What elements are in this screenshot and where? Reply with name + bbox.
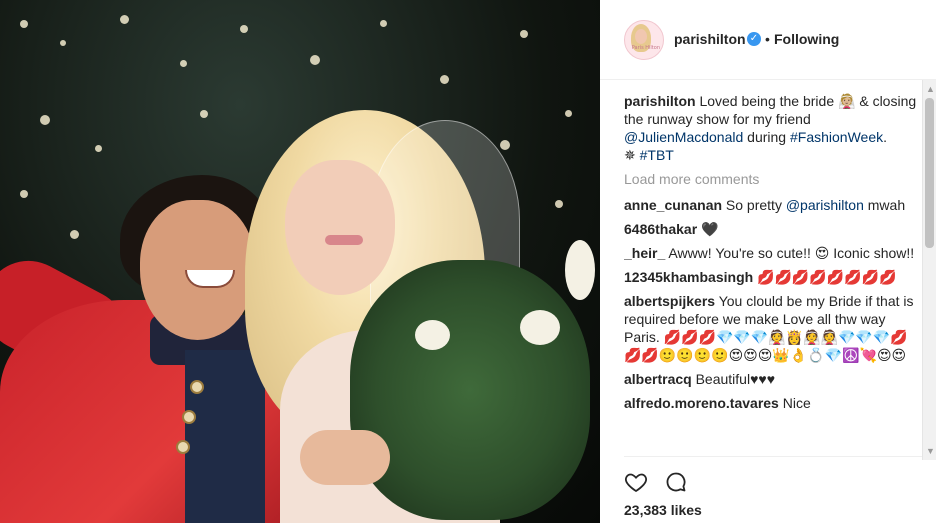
comment-text: So pretty bbox=[725, 197, 786, 213]
comment-text: 💋💋💋💋💋💋💋💋 bbox=[757, 269, 897, 285]
divider bbox=[624, 456, 922, 457]
bokeh-light bbox=[70, 230, 79, 239]
caption-text: . bbox=[883, 129, 888, 145]
comment: albertspijkers You clould be my Bride if… bbox=[624, 292, 918, 364]
dark-shirt bbox=[185, 350, 265, 523]
bokeh-light bbox=[380, 20, 387, 27]
comment-username-link[interactable]: 12345khambasingh bbox=[624, 269, 753, 285]
bokeh-light bbox=[40, 115, 50, 125]
bokeh-light bbox=[240, 25, 248, 33]
comment-username-link[interactable]: 6486thakar bbox=[624, 221, 697, 237]
comment: _heir_ Awww! You're so cute!! 😍 Iconic s… bbox=[624, 244, 918, 262]
avatar-face bbox=[635, 29, 647, 44]
scrollbar-thumb[interactable] bbox=[925, 98, 934, 248]
hashtag-link[interactable]: #FashionWeek bbox=[790, 129, 883, 145]
comment: 12345khambasingh 💋💋💋💋💋💋💋💋 bbox=[624, 268, 918, 286]
hashtag-link[interactable]: #TBT bbox=[640, 147, 674, 163]
heart-icon[interactable] bbox=[624, 470, 648, 494]
scroll-up-arrow-icon[interactable]: ▲ bbox=[926, 84, 935, 94]
comment: alfredo.moreno.tavares Nice bbox=[624, 394, 918, 412]
comment-text: Nice bbox=[782, 395, 811, 411]
woman-face bbox=[285, 160, 395, 295]
comment-icon[interactable] bbox=[664, 470, 688, 494]
instagram-post: Paris Hilton parishilton ✓ • Following p… bbox=[0, 0, 936, 523]
bokeh-light bbox=[500, 140, 510, 150]
jacket-button bbox=[182, 410, 196, 424]
comment: anne_cunanan So pretty @parishilton mwah bbox=[624, 196, 918, 214]
comment: albertracq Beautiful♥♥♥ bbox=[624, 370, 918, 388]
bokeh-light bbox=[20, 20, 28, 28]
header-separator: • bbox=[765, 31, 770, 47]
likes-count[interactable]: 23,383 likes bbox=[624, 502, 702, 518]
following-button[interactable]: Following bbox=[774, 31, 839, 47]
flower bbox=[415, 320, 450, 350]
comment-mention-link[interactable]: @parishilton bbox=[786, 197, 864, 213]
post-header: Paris Hilton parishilton ✓ • Following bbox=[600, 0, 936, 80]
post-side-panel: Paris Hilton parishilton ✓ • Following p… bbox=[600, 0, 936, 523]
woman-lips bbox=[325, 235, 363, 245]
bokeh-light bbox=[555, 200, 563, 208]
caption-emoji: ✵ bbox=[624, 147, 636, 163]
scroll-down-arrow-icon[interactable]: ▼ bbox=[926, 446, 935, 456]
comment-text: Awww! You're so cute!! 😍 Iconic show!! bbox=[668, 245, 915, 261]
avatar[interactable]: Paris Hilton bbox=[624, 20, 664, 60]
comment-username-link[interactable]: anne_cunanan bbox=[624, 197, 722, 213]
header-username-link[interactable]: parishilton bbox=[674, 31, 746, 47]
jacket-button bbox=[190, 380, 204, 394]
caption: parishilton Loved being the bride 👰🏼 & c… bbox=[624, 92, 918, 164]
comment-username-link[interactable]: albertspijkers bbox=[624, 293, 715, 309]
comment-text: 🖤 bbox=[701, 221, 719, 237]
caption-text: during bbox=[743, 129, 790, 145]
bokeh-light bbox=[60, 40, 66, 46]
caption-mention-link[interactable]: @JulienMacdonald bbox=[624, 129, 743, 145]
comment-text: mwah bbox=[863, 197, 906, 213]
bokeh-light bbox=[180, 60, 187, 67]
bokeh-light bbox=[565, 110, 572, 117]
verified-icon: ✓ bbox=[747, 32, 761, 46]
bokeh-light bbox=[95, 145, 102, 152]
caption-emoji: 👰🏼 bbox=[838, 93, 856, 109]
bokeh-light bbox=[440, 75, 449, 84]
bouquet bbox=[350, 260, 590, 520]
caption-username-link[interactable]: parishilton bbox=[624, 93, 696, 109]
bokeh-light bbox=[200, 110, 208, 118]
comment-text: Beautiful♥♥♥ bbox=[695, 371, 776, 387]
load-more-comments-button[interactable]: Load more comments bbox=[624, 170, 918, 188]
flower bbox=[565, 240, 595, 300]
comments-list: parishilton Loved being the bride 👰🏼 & c… bbox=[624, 92, 918, 456]
caption-text: Loved being the bride bbox=[699, 93, 839, 109]
comment-username-link[interactable]: alfredo.moreno.tavares bbox=[624, 395, 779, 411]
bokeh-light bbox=[520, 30, 528, 38]
comment: 6486thakar 🖤 bbox=[624, 220, 918, 238]
comments-scrollbar[interactable]: ▲ ▼ bbox=[922, 80, 936, 460]
jacket-button bbox=[176, 440, 190, 454]
bokeh-light bbox=[310, 55, 320, 65]
flower bbox=[520, 310, 560, 345]
comment-username-link[interactable]: albertracq bbox=[624, 371, 692, 387]
avatar-logo-text: Paris Hilton bbox=[631, 45, 660, 51]
hand bbox=[300, 430, 390, 485]
bokeh-light bbox=[120, 15, 129, 24]
bokeh-light bbox=[20, 190, 28, 198]
post-photo[interactable] bbox=[0, 0, 600, 523]
comment-username-link[interactable]: _heir_ bbox=[624, 245, 665, 261]
